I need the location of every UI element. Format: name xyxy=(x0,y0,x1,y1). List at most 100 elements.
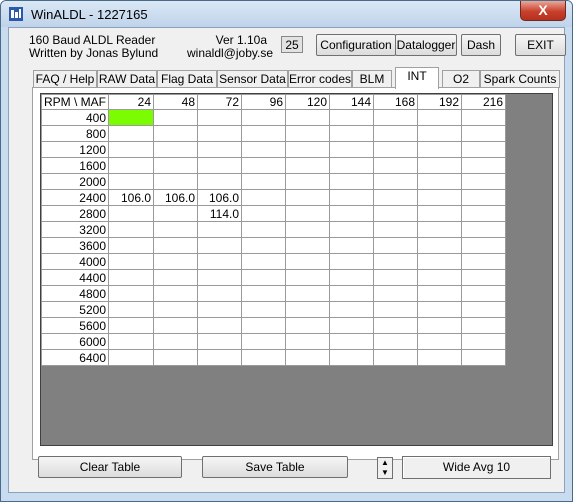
table-cell[interactable] xyxy=(461,333,506,350)
table-cell[interactable] xyxy=(108,269,154,286)
table-cell[interactable] xyxy=(197,301,242,318)
table-cell[interactable] xyxy=(373,221,418,238)
spin-up-icon[interactable]: ▲ xyxy=(378,458,392,468)
table-cell[interactable] xyxy=(197,173,242,190)
table-cell[interactable] xyxy=(241,157,286,174)
table-cell[interactable] xyxy=(241,141,286,158)
table-cell[interactable] xyxy=(373,125,418,142)
table-cell[interactable] xyxy=(417,333,462,350)
table-cell[interactable] xyxy=(417,253,462,270)
table-cell[interactable] xyxy=(285,349,330,366)
table-cell[interactable] xyxy=(108,173,154,190)
table-cell[interactable]: 106.0 xyxy=(153,189,198,206)
table-cell[interactable] xyxy=(285,221,330,238)
table-cell[interactable] xyxy=(197,317,242,334)
table-cell[interactable] xyxy=(373,141,418,158)
table-cell[interactable] xyxy=(329,189,374,206)
table-cell[interactable] xyxy=(241,189,286,206)
table-cell[interactable] xyxy=(329,253,374,270)
table-cell[interactable] xyxy=(285,333,330,350)
tab-error-codes[interactable]: Error codes xyxy=(288,70,352,88)
table-cell[interactable] xyxy=(197,333,242,350)
table-cell[interactable] xyxy=(461,349,506,366)
table-cell[interactable] xyxy=(197,125,242,142)
spin-down-icon[interactable]: ▼ xyxy=(378,468,392,478)
table-cell[interactable] xyxy=(373,237,418,254)
table-cell[interactable] xyxy=(153,269,198,286)
table-cell[interactable] xyxy=(417,205,462,222)
table-cell[interactable] xyxy=(417,301,462,318)
table-cell[interactable] xyxy=(153,205,198,222)
table-cell[interactable] xyxy=(417,157,462,174)
table-cell[interactable] xyxy=(153,157,198,174)
table-cell[interactable] xyxy=(461,157,506,174)
table-cell[interactable] xyxy=(153,125,198,142)
table-cell[interactable] xyxy=(241,333,286,350)
table-cell[interactable] xyxy=(241,125,286,142)
table-cell[interactable] xyxy=(241,317,286,334)
table-cell[interactable] xyxy=(153,285,198,302)
title-bar[interactable]: WinALDL - 1227165 X xyxy=(1,1,572,27)
tab-int[interactable]: INT xyxy=(395,67,439,89)
table-cell[interactable] xyxy=(153,301,198,318)
table-cell[interactable] xyxy=(108,157,154,174)
table-cell[interactable] xyxy=(373,301,418,318)
table-cell[interactable] xyxy=(373,205,418,222)
table-cell[interactable] xyxy=(153,141,198,158)
table-cell[interactable] xyxy=(285,189,330,206)
table-cell[interactable] xyxy=(417,173,462,190)
table-cell[interactable] xyxy=(461,125,506,142)
table-cell[interactable] xyxy=(108,333,154,350)
table-cell[interactable] xyxy=(241,285,286,302)
table-cell[interactable] xyxy=(373,109,418,126)
tab-spark-counts[interactable]: Spark Counts xyxy=(480,70,560,88)
table-cell[interactable] xyxy=(153,317,198,334)
table-cell[interactable] xyxy=(461,269,506,286)
table-cell[interactable] xyxy=(108,349,154,366)
table-cell[interactable] xyxy=(197,157,242,174)
table-cell[interactable] xyxy=(461,205,506,222)
configuration-button[interactable]: Configuration xyxy=(316,34,396,56)
table-cell[interactable] xyxy=(108,205,154,222)
table-cell[interactable] xyxy=(285,237,330,254)
table-cell[interactable] xyxy=(417,349,462,366)
table-cell[interactable] xyxy=(285,125,330,142)
table-cell[interactable] xyxy=(373,157,418,174)
table-cell[interactable] xyxy=(329,157,374,174)
table-cell[interactable] xyxy=(329,301,374,318)
table-cell[interactable] xyxy=(461,109,506,126)
table-cell[interactable] xyxy=(417,141,462,158)
table-cell[interactable] xyxy=(108,141,154,158)
table-cell[interactable] xyxy=(108,285,154,302)
table-cell[interactable] xyxy=(153,237,198,254)
table-cell[interactable] xyxy=(153,109,198,126)
table-cell[interactable] xyxy=(241,173,286,190)
tab-faq-help[interactable]: FAQ / Help xyxy=(33,70,97,88)
table-cell[interactable] xyxy=(373,317,418,334)
table-cell[interactable] xyxy=(329,141,374,158)
exit-button[interactable]: EXIT xyxy=(515,34,566,56)
table-cell[interactable] xyxy=(329,317,374,334)
table-cell[interactable] xyxy=(108,221,154,238)
table-cell[interactable] xyxy=(373,285,418,302)
table-cell[interactable] xyxy=(329,333,374,350)
table-cell[interactable] xyxy=(153,333,198,350)
table-cell[interactable] xyxy=(329,109,374,126)
table-cell[interactable] xyxy=(417,237,462,254)
table-cell[interactable] xyxy=(197,237,242,254)
table-cell[interactable] xyxy=(285,301,330,318)
table-cell[interactable] xyxy=(373,253,418,270)
table-cell[interactable] xyxy=(285,109,330,126)
table-cell[interactable] xyxy=(461,317,506,334)
table-cell[interactable] xyxy=(108,109,154,126)
table-cell[interactable] xyxy=(241,237,286,254)
datalogger-button[interactable]: Datalogger xyxy=(395,34,457,56)
table-cell[interactable]: 106.0 xyxy=(108,189,154,206)
table-cell[interactable] xyxy=(108,301,154,318)
table-cell[interactable] xyxy=(241,349,286,366)
table-cell[interactable] xyxy=(197,269,242,286)
table-cell[interactable] xyxy=(108,317,154,334)
close-window-button[interactable]: X xyxy=(520,1,566,21)
table-cell[interactable] xyxy=(329,269,374,286)
table-cell[interactable] xyxy=(461,189,506,206)
